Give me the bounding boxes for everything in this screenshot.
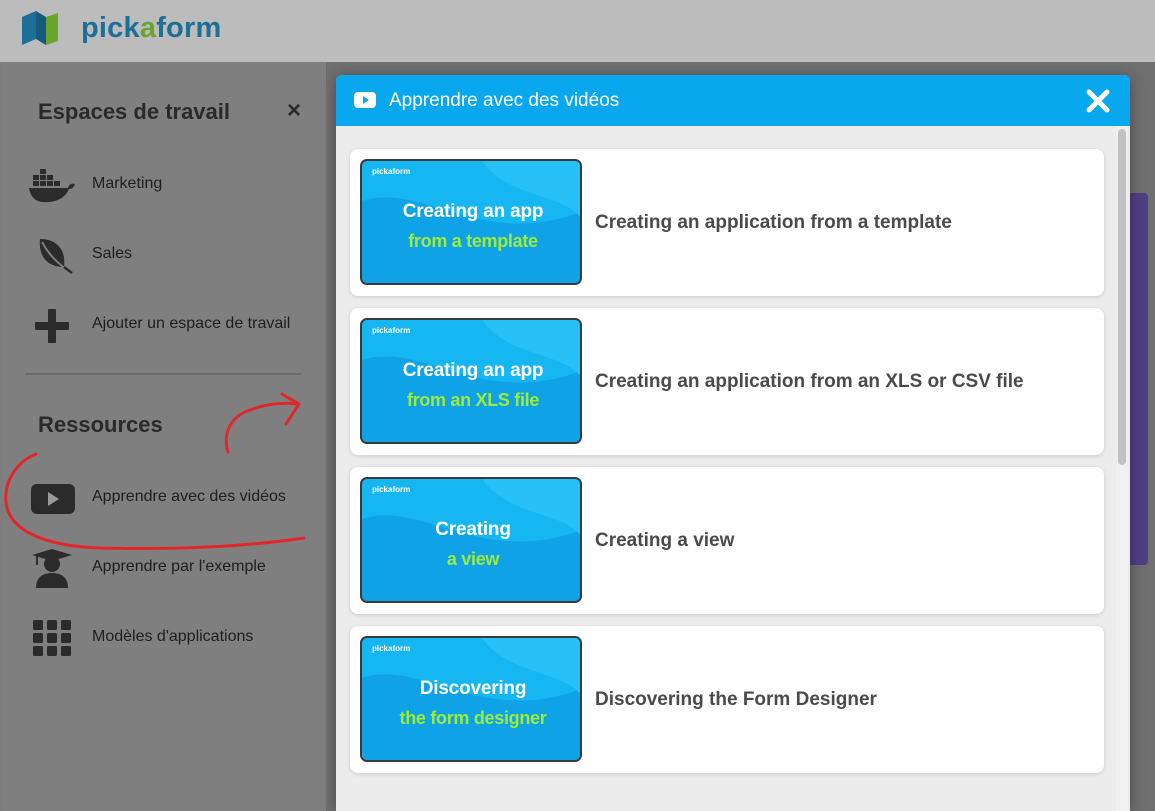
video-card[interactable]: pickaform Creating an app from an XLS fi…: [350, 308, 1104, 455]
video-card[interactable]: pickaform Discovering the form designer …: [350, 626, 1104, 773]
sidebar-close-button[interactable]: ×: [283, 99, 305, 123]
whale-container-icon: [29, 169, 75, 203]
brand-part-a: a: [139, 12, 157, 44]
thumbnail-brand: pickaform: [372, 644, 411, 653]
modal-header: Apprendre avec des vidéos: [336, 75, 1130, 126]
video-title: Creating a view: [595, 530, 735, 551]
red-annotation-drawing: [4, 392, 306, 550]
thumbnail-line1: Creating: [435, 519, 511, 540]
video-thumbnail: pickaform Creating an app from a templat…: [360, 159, 582, 285]
video-card[interactable]: pickaform Creating an app from a templat…: [350, 149, 1104, 296]
thumbnail-waves: [362, 161, 580, 283]
leaf-icon: [39, 239, 73, 274]
sidebar-item-label: Marketing: [92, 175, 163, 192]
sidebar-item-marketing[interactable]: Marketing: [24, 161, 314, 209]
thumbnail-waves: [362, 479, 580, 601]
video-card[interactable]: pickaform Creating a view Creating a vie…: [350, 467, 1104, 614]
video-title: Creating an application from a template: [595, 212, 952, 233]
close-icon[interactable]: [1085, 88, 1111, 114]
sidebar-item-sales[interactable]: Sales: [24, 231, 314, 279]
grid-icon: [33, 620, 71, 656]
thumbnail-line2: the form designer: [399, 708, 547, 728]
thumbnail-line1: Creating an app: [402, 360, 544, 381]
pickaform-logo-icon: [22, 11, 58, 45]
thumbnail-line2: a view: [446, 549, 500, 569]
sidebar-item-app-templates[interactable]: Modèles d'applications: [24, 614, 314, 662]
thumbnail-waves: [362, 320, 580, 442]
thumbnail-line2: from an XLS file: [406, 390, 540, 410]
thumbnail-line1: Discovering: [419, 678, 527, 699]
modal-scrollbar-thumb[interactable]: [1118, 129, 1126, 465]
youtube-icon: [354, 92, 376, 108]
video-title: Creating an application from an XLS or C…: [595, 371, 1024, 392]
workspaces-title: Espaces de travail: [38, 99, 231, 124]
video-thumbnail: pickaform Creating a view: [360, 477, 582, 603]
video-list: pickaform Creating an app from a templat…: [336, 126, 1130, 811]
sidebar-item-label: Modèles d'applications: [92, 628, 254, 645]
brand-part-pick: pick: [81, 12, 140, 44]
modal-title: Apprendre avec des vidéos: [389, 90, 620, 111]
video-thumbnail: pickaform Discovering the form designer: [360, 636, 582, 762]
thumbnail-line2: from a template: [408, 231, 538, 251]
thumbnail-brand: pickaform: [372, 485, 411, 494]
brand-name[interactable]: pickaform: [81, 12, 221, 45]
thumbnail-brand: pickaform: [372, 326, 411, 335]
brand-part-form: form: [156, 12, 222, 44]
thumbnail-waves: [362, 638, 580, 760]
sidebar-item-label: Apprendre par l'exemple: [92, 558, 266, 575]
sidebar-divider: [25, 373, 301, 375]
sidebar-item-label: Ajouter un espace de travail: [92, 315, 291, 332]
thumbnail-brand: pickaform: [372, 167, 411, 176]
plus-icon: [35, 309, 69, 343]
top-bar: pickaform: [0, 0, 1155, 62]
thumbnail-line1: Creating an app: [402, 201, 544, 222]
video-thumbnail: pickaform Creating an app from an XLS fi…: [360, 318, 582, 444]
videos-modal: Apprendre avec des vidéos pickaform Crea…: [336, 75, 1130, 811]
sidebar-item-label: Sales: [92, 245, 133, 262]
sidebar-item-add-workspace[interactable]: Ajouter un espace de travail: [24, 301, 314, 349]
video-title: Discovering the Form Designer: [595, 689, 877, 710]
